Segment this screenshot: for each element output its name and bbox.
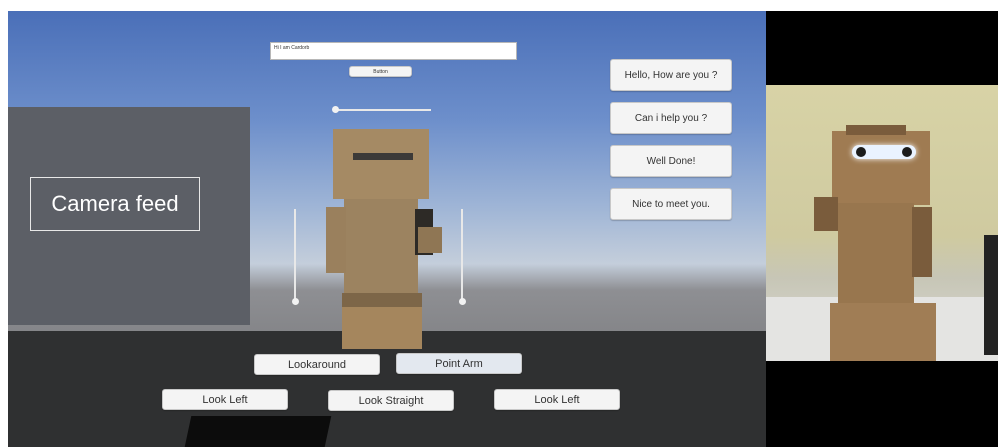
robot-simulator-viewport: Camera feed Hi I am Cardorb Button Hello… <box>8 11 766 447</box>
photo-robot-head <box>832 131 930 205</box>
phrase-button-hello[interactable]: Hello, How are you ? <box>610 59 732 91</box>
phrase-button-nice-to-meet[interactable]: Nice to meet you. <box>610 188 732 220</box>
photo-robot-right-eye <box>902 147 912 157</box>
photo-robot-eyes <box>852 145 916 159</box>
floor-shadow <box>184 416 332 447</box>
robot-head <box>333 129 429 199</box>
right-arm-slider-track[interactable] <box>461 209 463 301</box>
photo-background <box>766 85 998 361</box>
submit-button[interactable]: Button <box>349 66 412 77</box>
photo-monitor <box>984 235 998 355</box>
robot-left-arm <box>326 207 346 273</box>
head-slider-handle[interactable] <box>332 106 339 113</box>
photo-robot-base <box>830 303 936 361</box>
phrase-button-help[interactable]: Can i help you ? <box>610 102 732 134</box>
look-left-button[interactable]: Look Left <box>162 389 288 410</box>
physical-robot-photo <box>766 11 998 447</box>
photo-robot-left-arm <box>814 197 838 231</box>
point-arm-button[interactable]: Point Arm <box>396 353 522 374</box>
phrase-button-well-done[interactable]: Well Done! <box>610 145 732 177</box>
speech-text-input[interactable]: Hi I am Cardorb <box>270 42 517 60</box>
right-arm-slider-handle[interactable] <box>459 298 466 305</box>
robot-eye-slot <box>353 153 413 160</box>
look-straight-button[interactable]: Look Straight <box>328 390 454 411</box>
camera-feed-panel: Camera feed <box>8 107 250 325</box>
robot-right-hand <box>418 227 442 253</box>
lookaround-button[interactable]: Lookaround <box>254 354 380 375</box>
left-arm-slider-track[interactable] <box>294 209 296 301</box>
photo-robot-torso <box>838 203 914 309</box>
head-slider-track[interactable] <box>335 109 431 111</box>
left-arm-slider-handle[interactable] <box>292 298 299 305</box>
look-right-button[interactable]: Look Left <box>494 389 620 410</box>
photo-robot-right-arm <box>912 207 932 277</box>
photo-robot-head-top <box>846 125 906 135</box>
photo-robot-left-eye <box>856 147 866 157</box>
robot-base-top <box>342 293 422 307</box>
robot-torso <box>344 199 418 299</box>
camera-feed-label: Camera feed <box>30 177 200 231</box>
